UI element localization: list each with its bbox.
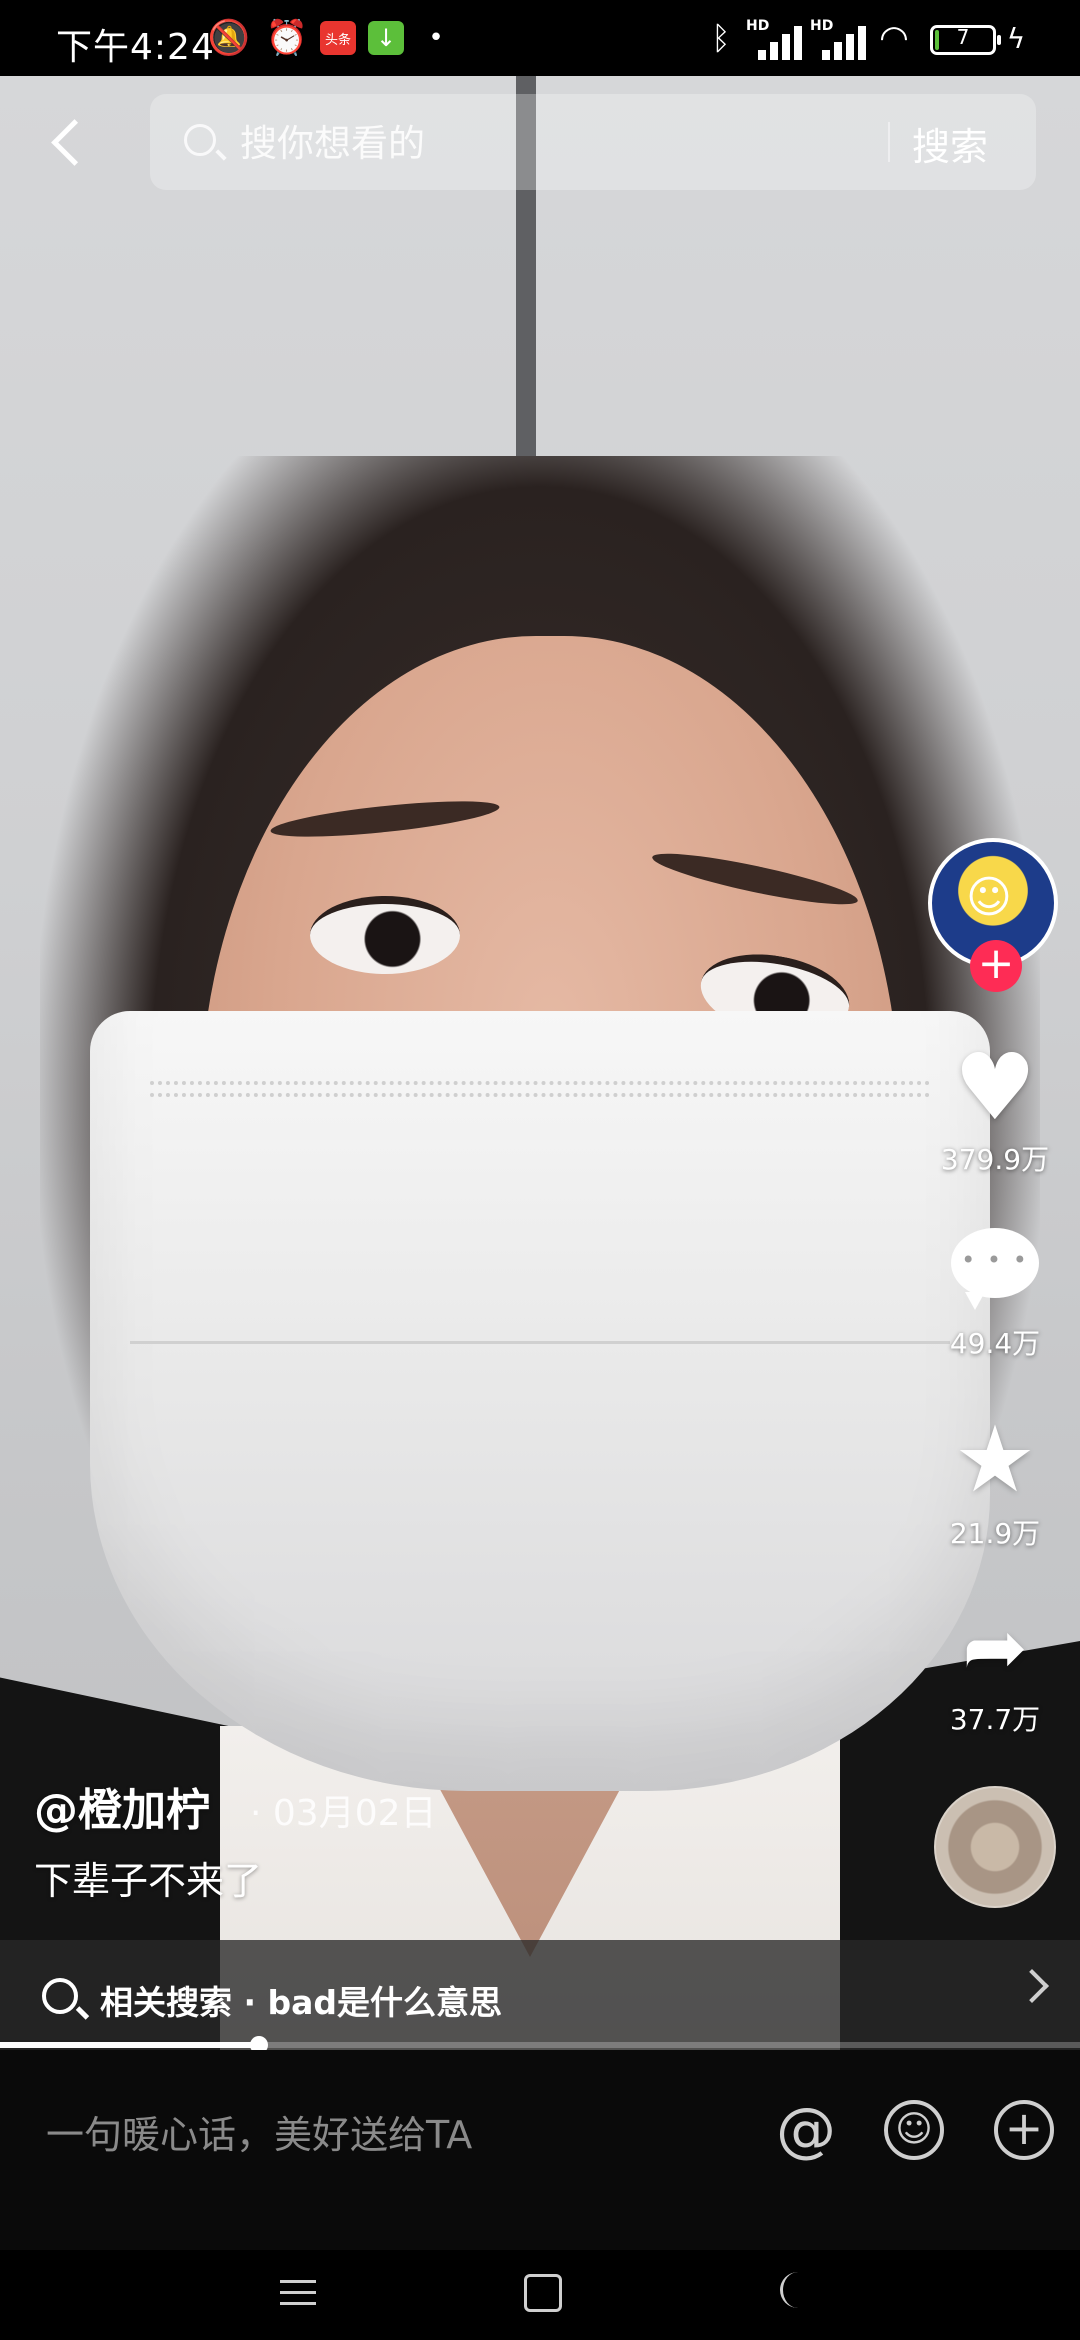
search-icon bbox=[42, 1978, 78, 2014]
comment-input[interactable] bbox=[44, 2104, 748, 2166]
share-count: 37.7万 bbox=[949, 1703, 1041, 1736]
download-icon: ↓ bbox=[368, 21, 404, 55]
home-icon[interactable] bbox=[524, 2274, 562, 2312]
comment-button[interactable]: 49.4万 bbox=[930, 1228, 1060, 1362]
progress-fill bbox=[0, 2042, 260, 2048]
video-progress-bar[interactable] bbox=[0, 2036, 1080, 2054]
post-date: · 03月02日 bbox=[250, 1793, 437, 1834]
follow-button[interactable]: + bbox=[970, 940, 1022, 992]
search-divider bbox=[888, 122, 890, 162]
chevron-right-icon bbox=[1015, 1969, 1049, 2003]
like-count: 379.9万 bbox=[940, 1143, 1050, 1176]
video-caption: 下辈子不来了 bbox=[34, 1859, 263, 1903]
signal-2-label: HD bbox=[810, 18, 834, 34]
signal-icon-2: HD bbox=[810, 18, 870, 60]
status-time: 下午4:24 bbox=[56, 27, 215, 68]
comment-icon bbox=[951, 1228, 1039, 1310]
favorite-count: 21.9万 bbox=[949, 1517, 1041, 1550]
related-search-bar[interactable]: 相关搜索 · bad是什么意思 bbox=[0, 1940, 1080, 2052]
favorite-button[interactable]: ★ 21.9万 bbox=[930, 1410, 1060, 1552]
alarm-icon: ⏰ bbox=[265, 18, 309, 58]
back-icon[interactable] bbox=[40, 112, 100, 172]
like-button[interactable]: ♥ 379.9万 bbox=[930, 1040, 1060, 1178]
share-icon: ➦ bbox=[962, 1603, 1028, 1693]
search-icon bbox=[184, 124, 216, 156]
mention-icon[interactable]: @ bbox=[776, 2100, 836, 2160]
face-mask bbox=[90, 1011, 990, 1791]
eye-left bbox=[310, 896, 460, 974]
video-player[interactable] bbox=[0, 76, 1080, 2050]
system-nav-bar bbox=[0, 2250, 1080, 2340]
emoji-icon[interactable]: ☺ bbox=[884, 2100, 944, 2160]
toutiao-app-icon: 头条 bbox=[320, 21, 356, 55]
battery-level: 7 bbox=[956, 25, 970, 49]
wifi-icon: ◠ bbox=[879, 18, 909, 58]
heart-icon: ♥ bbox=[953, 1034, 1037, 1141]
search-button[interactable]: 搜索 bbox=[912, 116, 988, 171]
plus-icon[interactable]: + bbox=[994, 2100, 1054, 2160]
pikachu-avatar-icon: ☺ bbox=[966, 872, 1012, 923]
notification-dot-icon: • bbox=[428, 23, 444, 53]
status-bar: 下午4:24 🔕 ⏰ 头条 ↓ • ᛒ HD HD ◠ 7 ϟ bbox=[0, 0, 1080, 76]
battery-icon: 7 bbox=[930, 25, 1001, 55]
signal-1-label: HD bbox=[746, 18, 770, 34]
mute-icon: 🔕 bbox=[207, 18, 251, 58]
bluetooth-icon: ᛒ bbox=[711, 19, 731, 57]
menu-icon[interactable] bbox=[280, 2272, 316, 2312]
charging-icon: ϟ bbox=[1006, 21, 1026, 55]
search-input[interactable] bbox=[238, 118, 742, 168]
share-button[interactable]: ➦ 37.7万 bbox=[930, 1600, 1060, 1738]
author-name[interactable]: @橙加柠 bbox=[34, 1774, 210, 1838]
signal-icon-1: HD bbox=[746, 18, 806, 60]
star-icon: ★ bbox=[953, 1406, 1037, 1513]
comment-input-bar: @ ☺ + bbox=[0, 2050, 1080, 2250]
back-nav-icon[interactable] bbox=[780, 2272, 803, 2308]
comment-count: 49.4万 bbox=[949, 1327, 1041, 1360]
related-search-text: 相关搜索 · bad是什么意思 bbox=[100, 1983, 503, 2022]
music-disc[interactable] bbox=[934, 1786, 1056, 1908]
search-bar[interactable]: 搜索 bbox=[150, 94, 1036, 190]
